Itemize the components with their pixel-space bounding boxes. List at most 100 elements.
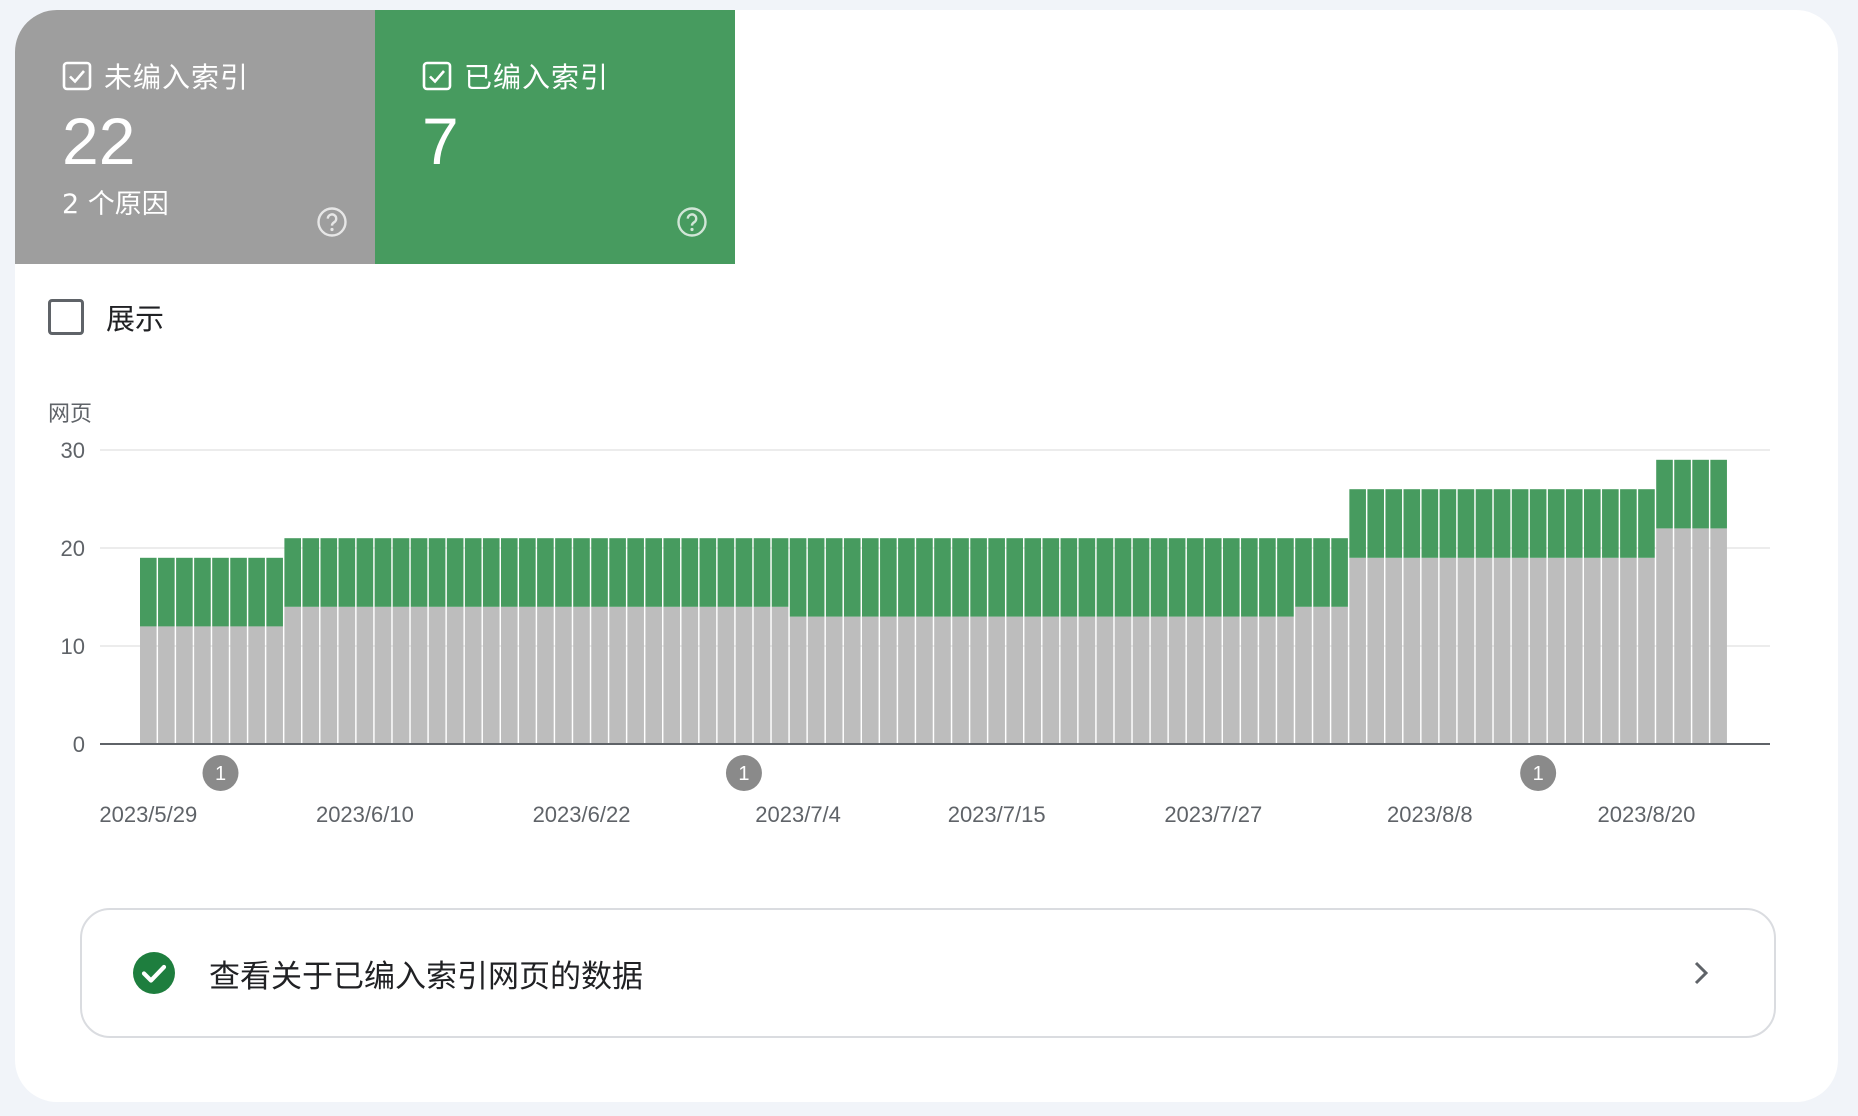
bar-indexed (609, 538, 626, 607)
bar-indexed (1042, 538, 1060, 617)
bar-not-indexed (1006, 616, 1023, 744)
bar-not-indexed (573, 606, 590, 744)
bar-indexed (1241, 538, 1258, 617)
bar-indexed (446, 538, 464, 607)
y-axis-label: 网页 (48, 402, 92, 427)
view-indexed-pages-link[interactable]: 查看关于已编入索引网页的数据 (80, 908, 1776, 1038)
pages-bar-chart: 网页 0 10 20 30 1 1 1 2023/5/29 2023/6/10 2023/6/22 2… (48, 402, 1770, 827)
bar-indexed (519, 538, 536, 607)
bar-not-indexed (862, 616, 879, 744)
show-impressions-toggle[interactable]: 展示 (48, 296, 164, 338)
bar-not-indexed (681, 606, 699, 744)
bar-indexed (1602, 489, 1619, 558)
bar-indexed (735, 538, 753, 607)
bar-indexed (1349, 489, 1366, 558)
bar-not-indexed (1493, 557, 1511, 744)
bar-indexed (140, 557, 157, 627)
bar-indexed (537, 538, 554, 607)
bar-indexed (428, 538, 446, 607)
bar-not-indexed (843, 616, 861, 744)
tile-header: 已编入索引 (422, 56, 609, 96)
bar-not-indexed (1656, 528, 1673, 744)
help-icon[interactable] (316, 206, 348, 238)
bar-indexed (825, 538, 843, 617)
x-tick-label: 2023/6/22 (533, 802, 631, 827)
bar-not-indexed (1349, 557, 1366, 744)
bar-not-indexed (1042, 616, 1060, 744)
tile-title: 已编入索引 (464, 61, 610, 94)
bar-not-indexed (374, 606, 392, 744)
bar-not-indexed (410, 606, 428, 744)
bar-not-indexed (1114, 616, 1132, 744)
bar-not-indexed (880, 616, 897, 744)
bar-indexed (1692, 459, 1709, 529)
bar-not-indexed (753, 606, 771, 744)
bar-indexed (1367, 489, 1384, 558)
x-tick-label: 2023/7/27 (1164, 802, 1262, 827)
bar-not-indexed (266, 626, 283, 744)
bar-indexed (248, 557, 265, 627)
y-tick-label: 0 (73, 732, 85, 757)
checkbox-checked-icon[interactable] (422, 61, 452, 91)
bar-not-indexed (1547, 557, 1565, 744)
bar-not-indexed (1168, 616, 1186, 744)
tile-indexed[interactable]: 已编入索引 7 (375, 10, 735, 264)
checkbox-checked-icon[interactable] (62, 61, 92, 91)
bar-not-indexed (248, 626, 265, 744)
bar-indexed (663, 538, 681, 607)
bar-not-indexed (1565, 557, 1583, 744)
bar-not-indexed (158, 626, 175, 744)
bar-not-indexed (1367, 557, 1384, 744)
bar-indexed (1132, 538, 1150, 617)
annotation-label: 1 (1533, 763, 1544, 785)
bar-not-indexed (338, 606, 356, 744)
bar-not-indexed (627, 606, 644, 744)
bar-not-indexed (1421, 557, 1439, 744)
bar-not-indexed (1096, 616, 1114, 744)
bar-not-indexed (302, 606, 320, 744)
bar-indexed (1259, 538, 1276, 617)
bar-not-indexed (212, 626, 229, 744)
bar-not-indexed (934, 616, 951, 744)
bar-indexed (1638, 489, 1655, 558)
bar-not-indexed (1295, 606, 1312, 744)
tile-count: 7 (422, 104, 459, 178)
y-tick-label: 10 (61, 634, 85, 659)
bar-not-indexed (555, 606, 572, 744)
bar-indexed (356, 538, 374, 607)
index-coverage-card: 未编入索引 22 2 个原因 已编入索引 7 展示 网页 0 10 20 30 1 1 1 20… (15, 10, 1838, 1102)
tile-not-indexed[interactable]: 未编入索引 22 2 个原因 (15, 10, 375, 264)
bar-indexed (1024, 538, 1042, 617)
bar-not-indexed (699, 606, 717, 744)
bar-indexed (789, 538, 807, 617)
bar-not-indexed (663, 606, 681, 744)
bar-not-indexed (176, 626, 193, 744)
bar-indexed (934, 538, 951, 617)
toggle-label: 展示 (106, 302, 165, 336)
help-icon[interactable] (676, 206, 708, 238)
bar-indexed (1457, 489, 1475, 558)
bar-not-indexed (482, 606, 500, 744)
bar-not-indexed (1475, 557, 1493, 744)
bar-indexed (1060, 538, 1078, 617)
chevron-right-icon[interactable] (1688, 960, 1714, 986)
bar-not-indexed (1511, 557, 1529, 744)
bar-indexed (1186, 538, 1204, 617)
bar-indexed (1493, 489, 1511, 558)
bar-not-indexed (1529, 557, 1547, 744)
bar-not-indexed (1584, 557, 1601, 744)
check-circle-icon (133, 952, 175, 994)
bar-indexed (392, 538, 410, 607)
bar-not-indexed (825, 616, 843, 744)
bar-not-indexed (1331, 606, 1348, 744)
bar-not-indexed (789, 616, 807, 744)
bar-indexed (916, 538, 933, 617)
checkbox-unchecked[interactable] (48, 299, 84, 335)
bar-not-indexed (1692, 528, 1709, 744)
bar-not-indexed (898, 616, 915, 744)
bar-indexed (1096, 538, 1114, 617)
bar-not-indexed (735, 606, 753, 744)
bar-not-indexed (356, 606, 374, 744)
bar-indexed (862, 538, 879, 617)
bar-not-indexed (1223, 616, 1240, 744)
